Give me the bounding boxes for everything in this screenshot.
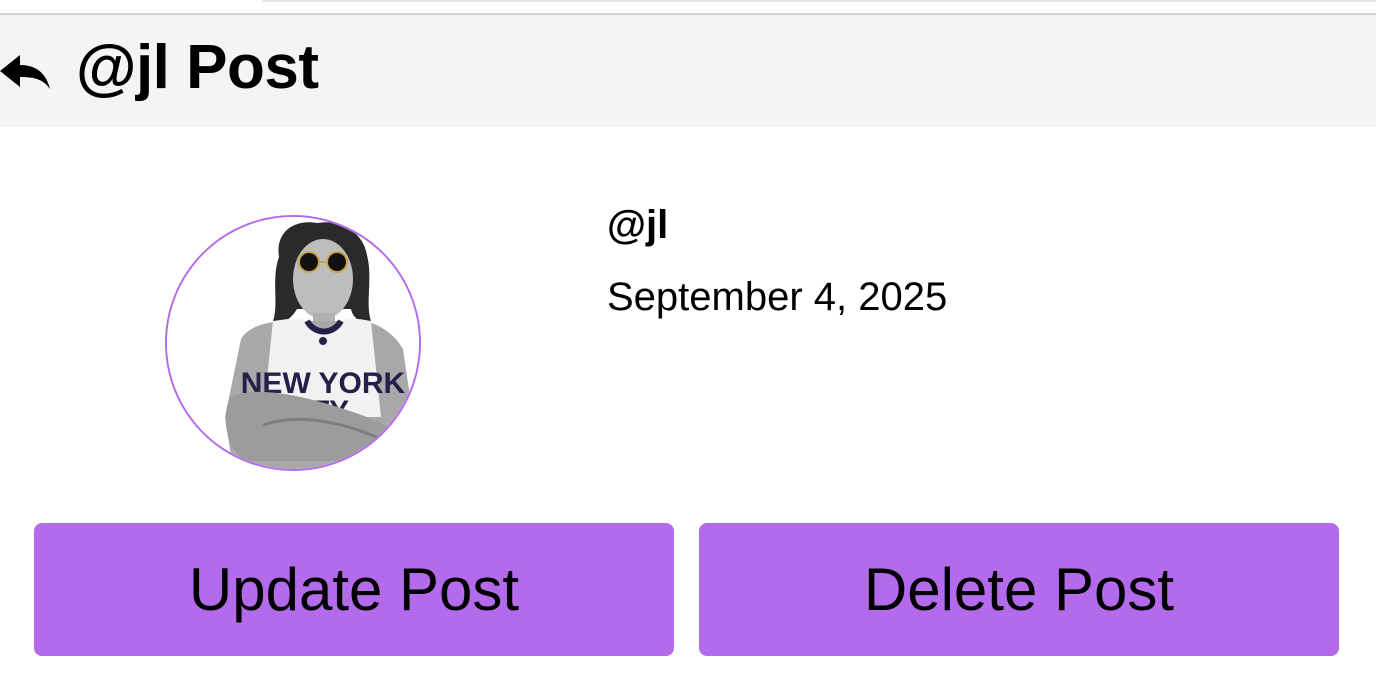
post-detail: NEW YORK CITY @jl September 4, 2025 Upda… [0,127,1376,678]
delete-post-button[interactable]: Delete Post [699,523,1339,656]
browser-top-edge [0,0,1376,15]
update-post-button[interactable]: Update Post [34,523,674,656]
reply-arrow-icon [0,55,50,89]
profile-photo: NEW YORK CITY [167,217,419,469]
back-button[interactable] [0,51,56,95]
page-header: @jl Post [0,15,1376,127]
avatar: NEW YORK CITY [165,215,421,471]
post-meta: @jl September 4, 2025 [607,201,947,321]
post-date: September 4, 2025 [607,275,948,319]
address-bar-edge [262,0,1376,2]
page-title: @jl Post [76,33,319,102]
author-handle: @jl [607,203,669,247]
